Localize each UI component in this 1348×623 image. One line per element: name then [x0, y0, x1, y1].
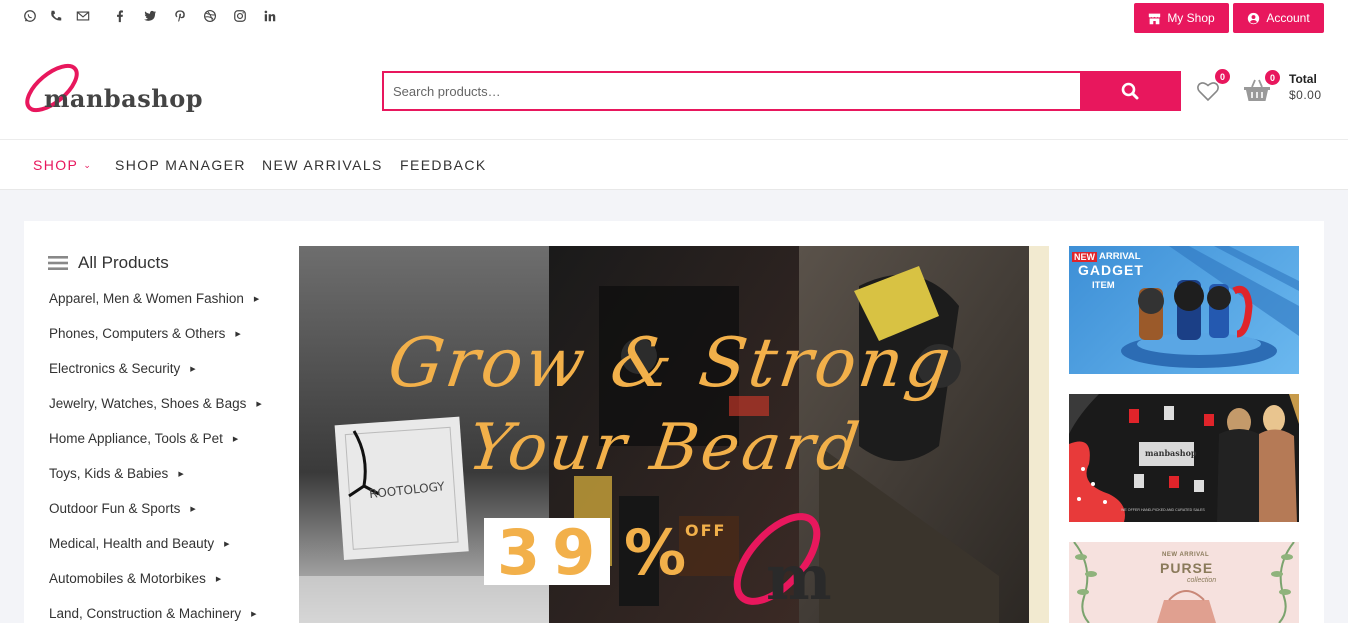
- category-item[interactable]: Electronics & Security ▶: [49, 361, 196, 376]
- all-products-header[interactable]: All Products: [48, 253, 169, 273]
- category-item[interactable]: Toys, Kids & Babies ▶: [49, 466, 184, 481]
- side-banner-brand[interactable]: manbashop WE OFFER HAND-PICKED AND CURAT…: [1069, 394, 1299, 522]
- search-input[interactable]: [384, 73, 1080, 109]
- store-icon: [1149, 13, 1161, 24]
- caret-right-icon: ▶: [224, 540, 230, 548]
- all-products-title: All Products: [78, 253, 169, 272]
- category-item[interactable]: Land, Construction & Machinery ▶: [49, 606, 257, 621]
- caret-right-icon: ▶: [215, 575, 222, 583]
- item-text: ITEM: [1092, 280, 1115, 291]
- category-item[interactable]: Phones, Computers & Others ▶: [49, 326, 241, 341]
- category-label: Home Appliance, Tools & Pet: [49, 431, 223, 446]
- wishlist-count-badge: 0: [1215, 69, 1230, 84]
- user-circle-icon: [1248, 12, 1260, 24]
- category-item[interactable]: Home Appliance, Tools & Pet ▶: [49, 431, 238, 446]
- category-item[interactable]: Jewelry, Watches, Shoes & Bags ▶: [49, 396, 262, 411]
- twitter-icon[interactable]: [142, 8, 158, 24]
- category-label: Jewelry, Watches, Shoes & Bags: [49, 396, 247, 411]
- cart-total-value: $0.00: [1289, 88, 1322, 102]
- side-banner-brand-art: [1069, 394, 1299, 522]
- category-label: Phones, Computers & Others: [49, 326, 226, 341]
- category-item[interactable]: Apparel, Men & Women Fashion ▶: [49, 291, 259, 306]
- gadget-text: GADGET: [1078, 262, 1144, 278]
- nav-item-feedback[interactable]: FEEDBACK: [400, 157, 487, 173]
- cart-count-badge: 0: [1265, 70, 1280, 85]
- brand-logo-text: manbashop: [1145, 448, 1197, 458]
- category-label: Apparel, Men & Women Fashion: [49, 291, 244, 306]
- account-label: Account: [1266, 11, 1310, 25]
- my-shop-button[interactable]: My Shop: [1134, 3, 1229, 33]
- category-item[interactable]: Medical, Health and Beauty ▶: [49, 536, 230, 551]
- category-label: Outdoor Fun & Sports: [49, 501, 181, 516]
- search-button[interactable]: [1080, 73, 1179, 109]
- caret-right-icon: ▶: [256, 400, 262, 408]
- category-label: Toys, Kids & Babies: [49, 466, 169, 481]
- banner-headline-1: Grow & Strong: [383, 324, 958, 403]
- category-item[interactable]: Outdoor Fun & Sports ▶: [49, 501, 196, 516]
- wishlist-button[interactable]: 0: [1195, 69, 1230, 104]
- purse-title: PURSE: [1160, 560, 1214, 576]
- category-label: Land, Construction & Machinery: [49, 606, 242, 621]
- discount-percent: %: [624, 516, 687, 589]
- hero-banner[interactable]: ROOTOLOGY Grow & Strong Your Beard 39 % …: [299, 246, 1049, 623]
- cart-total-label: Total: [1289, 72, 1317, 86]
- discount-value: 39: [497, 516, 608, 589]
- dribbble-icon[interactable]: [202, 8, 218, 24]
- whatsapp-icon[interactable]: [22, 8, 38, 24]
- hamburger-icon: [48, 256, 68, 270]
- phone-icon[interactable]: [48, 8, 64, 24]
- instagram-icon[interactable]: [232, 8, 248, 24]
- my-shop-label: My Shop: [1167, 11, 1215, 25]
- nav-item-shop-manager[interactable]: SHOP MANAGER: [115, 157, 246, 173]
- nav-item-new-arrivals[interactable]: NEW ARRIVALS: [262, 157, 383, 173]
- top-bar: My Shop Account: [0, 0, 1348, 38]
- chevron-down-icon: ⌄: [83, 160, 93, 170]
- mail-icon[interactable]: [75, 8, 91, 24]
- category-label: Medical, Health and Beauty: [49, 536, 215, 551]
- category-label: Automobiles & Motorbikes: [49, 571, 206, 586]
- main-content: All Products Apparel, Men & Women Fashio…: [24, 221, 1324, 623]
- brand-caption: WE OFFER HAND-PICKED AND CURATED SALES: [1121, 508, 1205, 512]
- caret-right-icon: ▶: [190, 365, 196, 373]
- search-bar: [382, 71, 1181, 111]
- caret-right-icon: ▶: [178, 470, 184, 478]
- purse-new-arrival: NEW ARRIVAL: [1162, 552, 1210, 558]
- category-label: Electronics & Security: [49, 361, 181, 376]
- arrival-text: ARRIVAL: [1099, 251, 1141, 262]
- banner-headline-2: Your Beard: [463, 411, 867, 485]
- caret-right-icon: ▶: [253, 295, 260, 303]
- facebook-icon[interactable]: [112, 8, 128, 24]
- nav-shop-label: SHOP: [33, 157, 79, 173]
- site-logo[interactable]: manbashop: [24, 60, 204, 120]
- search-icon: [1121, 82, 1138, 100]
- side-banner-purse[interactable]: NEW ARRIVAL PURSE collection: [1069, 542, 1299, 623]
- caret-right-icon: ▶: [251, 610, 257, 618]
- purse-collection: collection: [1187, 577, 1217, 584]
- caret-right-icon: ▶: [235, 330, 241, 338]
- site-header: manbashop 0 0 Total $0.00: [0, 38, 1348, 140]
- linkedin-icon[interactable]: [262, 8, 278, 24]
- banner-logo-letter: m: [766, 541, 832, 614]
- main-nav: SHOP ⌄ SHOP MANAGER NEW ARRIVALS FEEDBAC…: [0, 140, 1348, 190]
- logo-text: manbashop: [44, 84, 203, 113]
- caret-right-icon: ▶: [190, 505, 196, 513]
- account-button[interactable]: Account: [1233, 3, 1324, 33]
- pinterest-icon[interactable]: [172, 8, 188, 24]
- new-tag: NEW: [1072, 252, 1097, 262]
- cart-button[interactable]: 0: [1242, 70, 1280, 104]
- side-banner-gadget[interactable]: NEW ARRIVAL GADGET ITEM: [1069, 246, 1299, 374]
- nav-item-shop[interactable]: SHOP ⌄: [33, 157, 92, 173]
- caret-right-icon: ▶: [232, 435, 239, 443]
- category-item[interactable]: Automobiles & Motorbikes ▶: [49, 571, 221, 586]
- heart-icon: [1197, 82, 1219, 102]
